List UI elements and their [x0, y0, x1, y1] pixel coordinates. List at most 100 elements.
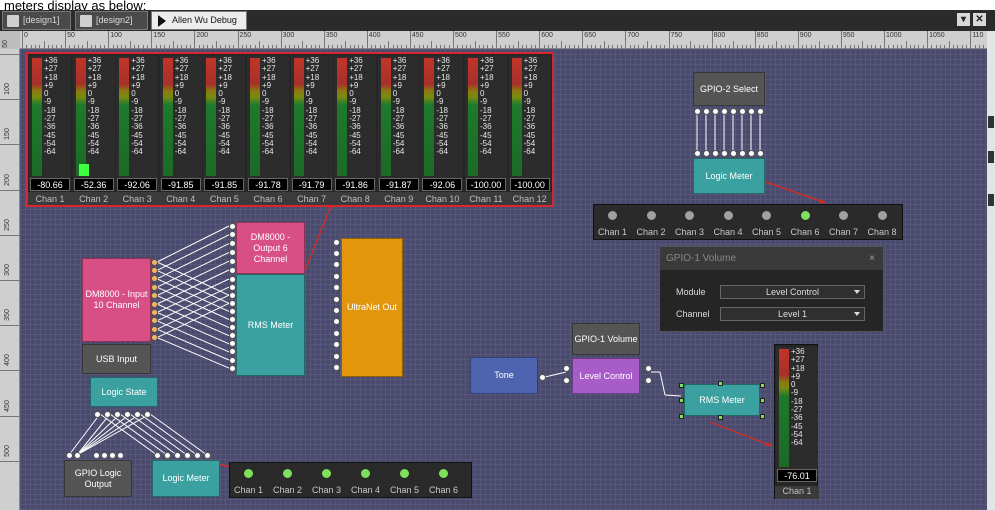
- connection-pin[interactable]: [65, 451, 73, 459]
- connection-pin[interactable]: [150, 308, 158, 316]
- selection-handle[interactable]: [759, 397, 765, 403]
- connection-pin[interactable]: [228, 316, 236, 323]
- selection-handle[interactable]: [759, 413, 765, 419]
- connection-pin[interactable]: [228, 266, 236, 274]
- connection-pin[interactable]: [123, 410, 131, 418]
- connection-pin[interactable]: [720, 107, 728, 115]
- connection-pin[interactable]: [729, 149, 737, 157]
- connection-pin[interactable]: [711, 107, 719, 115]
- selection-handle[interactable]: [678, 397, 684, 403]
- connection-pin[interactable]: [100, 451, 108, 459]
- connection-pin[interactable]: [562, 376, 570, 384]
- connection-pin[interactable]: [228, 231, 236, 239]
- connection-pin[interactable]: [228, 307, 236, 315]
- dm8000-input-block[interactable]: DM8000 - Input 10 Channel: [82, 258, 151, 342]
- connection-pin[interactable]: [150, 300, 158, 308]
- connection-pin[interactable]: [228, 291, 236, 299]
- logic-state-block[interactable]: Logic State: [90, 377, 158, 407]
- gpio2-select-block[interactable]: GPIO-2 Select: [693, 72, 765, 106]
- connection-pin[interactable]: [228, 240, 236, 248]
- connection-pin[interactable]: [150, 258, 158, 266]
- connection-pin[interactable]: [644, 376, 652, 384]
- connection-pin[interactable]: [693, 149, 701, 157]
- connection-pin[interactable]: [228, 222, 236, 230]
- connection-pin[interactable]: [133, 410, 141, 418]
- channel-select[interactable]: Level 1: [720, 307, 865, 321]
- connection-pin[interactable]: [93, 410, 101, 418]
- connection-pin[interactable]: [228, 257, 236, 265]
- connection-pin[interactable]: [228, 340, 236, 348]
- connection-pin[interactable]: [73, 451, 81, 459]
- connection-pin[interactable]: [150, 334, 158, 342]
- connection-pin[interactable]: [228, 283, 236, 291]
- connection-pin[interactable]: [538, 373, 546, 381]
- connection-pin[interactable]: [183, 451, 191, 459]
- tab-design2[interactable]: [design2]: [75, 11, 148, 30]
- connection-pin[interactable]: [332, 272, 340, 280]
- usb-input-block[interactable]: USB Input: [82, 344, 151, 374]
- connection-pin[interactable]: [150, 266, 158, 274]
- connection-pin[interactable]: [702, 107, 710, 115]
- connection-pin[interactable]: [644, 364, 652, 372]
- connection-pin[interactable]: [729, 107, 737, 115]
- connection-pin[interactable]: [193, 451, 201, 459]
- connection-pin[interactable]: [103, 410, 111, 418]
- connection-pin[interactable]: [228, 332, 236, 340]
- selection-handle[interactable]: [717, 380, 723, 386]
- connection-pin[interactable]: [228, 275, 236, 283]
- connection-pin[interactable]: [173, 451, 181, 459]
- close-button[interactable]: ✕: [973, 13, 986, 26]
- connection-pin[interactable]: [332, 363, 340, 371]
- connection-pin[interactable]: [693, 107, 701, 115]
- connection-pin[interactable]: [332, 249, 340, 257]
- connection-pin[interactable]: [228, 356, 236, 364]
- connection-pin[interactable]: [756, 149, 764, 157]
- connection-pin[interactable]: [150, 275, 158, 283]
- tone-block[interactable]: Tone: [470, 357, 538, 394]
- selection-handle[interactable]: [678, 382, 684, 388]
- connection-pin[interactable]: [150, 325, 158, 333]
- connection-pin[interactable]: [203, 451, 211, 459]
- connection-pin[interactable]: [738, 149, 746, 157]
- connection-pin[interactable]: [116, 451, 124, 459]
- connection-pin[interactable]: [711, 149, 719, 157]
- connection-pin[interactable]: [332, 261, 340, 269]
- dm8000-output-block[interactable]: DM8000 - Output 6 Channel: [236, 222, 305, 274]
- connection-pin[interactable]: [332, 329, 340, 337]
- connection-pin[interactable]: [702, 149, 710, 157]
- connection-pin[interactable]: [332, 318, 340, 326]
- connection-pin[interactable]: [332, 238, 340, 246]
- tab-debug[interactable]: Allen Wu Debug: [151, 11, 247, 30]
- connection-pin[interactable]: [562, 364, 570, 372]
- selection-handle[interactable]: [678, 413, 684, 419]
- connection-pin[interactable]: [747, 149, 755, 157]
- connection-pin[interactable]: [756, 107, 764, 115]
- connection-pin[interactable]: [228, 364, 236, 372]
- selection-handle[interactable]: [759, 382, 765, 388]
- connection-pin[interactable]: [332, 341, 340, 349]
- connection-pin[interactable]: [228, 324, 236, 332]
- logic-meter-bottom-block[interactable]: Logic Meter: [152, 460, 220, 497]
- connection-pin[interactable]: [738, 107, 746, 115]
- connection-pin[interactable]: [332, 306, 340, 314]
- connection-pin[interactable]: [150, 283, 158, 291]
- dropdown-button[interactable]: ▾: [957, 13, 970, 26]
- connection-pin[interactable]: [332, 352, 340, 360]
- connection-pin[interactable]: [720, 149, 728, 157]
- connection-pin[interactable]: [150, 292, 158, 300]
- connection-pin[interactable]: [747, 107, 755, 115]
- rms-meter-block[interactable]: RMS Meter: [236, 274, 305, 376]
- rms-meter-small-block[interactable]: RMS Meter: [684, 384, 760, 416]
- connection-pin[interactable]: [228, 299, 236, 307]
- connection-pin[interactable]: [153, 451, 161, 459]
- gpio-logic-output-block[interactable]: GPIO Logic Output: [64, 460, 132, 497]
- gpio1-volume-block[interactable]: GPIO-1 Volume: [572, 323, 640, 355]
- logic-meter-top-block[interactable]: Logic Meter: [693, 158, 765, 194]
- connection-pin[interactable]: [228, 248, 236, 256]
- connection-pin[interactable]: [143, 410, 151, 418]
- level-control-block[interactable]: Level Control: [572, 358, 640, 394]
- selection-handle[interactable]: [717, 414, 723, 420]
- connection-pin[interactable]: [113, 410, 121, 418]
- connection-pin[interactable]: [163, 451, 171, 459]
- dialog-close-icon[interactable]: ×: [869, 247, 875, 270]
